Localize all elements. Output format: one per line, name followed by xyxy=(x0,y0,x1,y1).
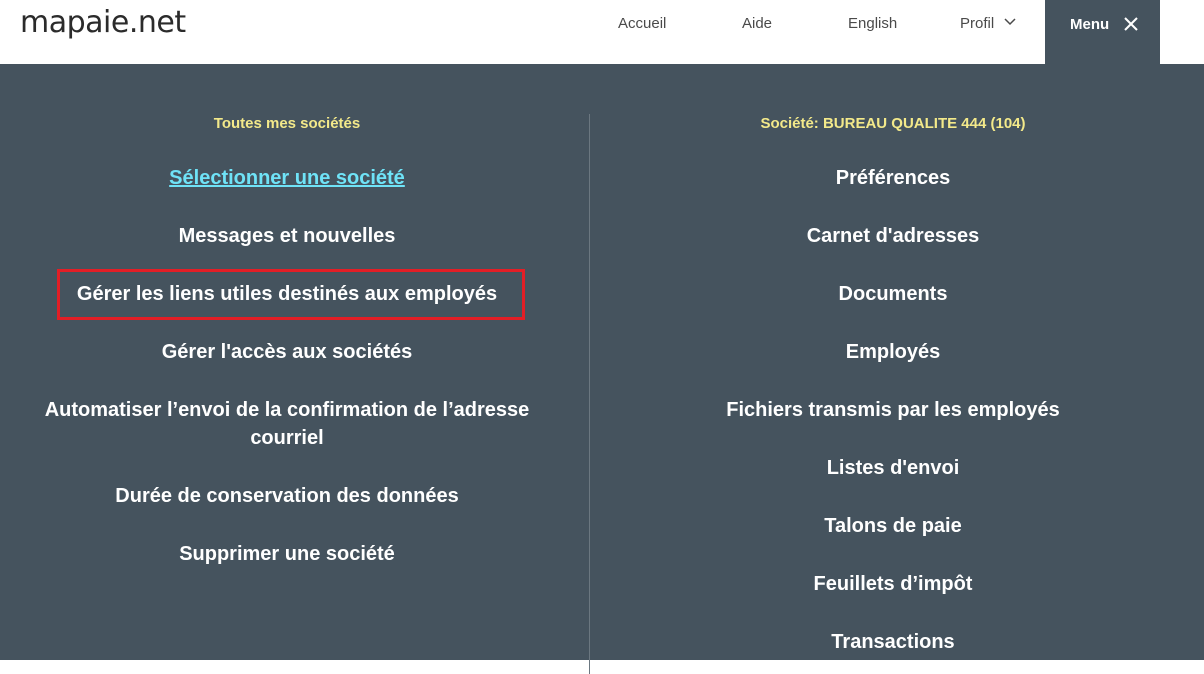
chevron-down-icon xyxy=(1004,18,1016,26)
nav-help-link[interactable]: Aide xyxy=(742,15,772,32)
tax-slips-link[interactable]: Feuillets d’impôt xyxy=(590,570,1196,598)
delete-company-link[interactable]: Supprimer une société xyxy=(0,540,574,568)
nav-profile-label: Profil xyxy=(960,15,995,32)
nav-home-link[interactable]: Accueil xyxy=(618,15,666,32)
automate-email-confirmation-link[interactable]: Automatiser l’envoi de la confirmation d… xyxy=(0,396,574,452)
data-retention-link[interactable]: Durée de conservation des données xyxy=(0,482,574,510)
company-title: Société: BUREAU QUALITE 444 (104) xyxy=(760,115,1026,132)
select-company-link[interactable]: Sélectionner une société xyxy=(0,164,574,192)
preferences-link[interactable]: Préférences xyxy=(590,164,1196,192)
transactions-link[interactable]: Transactions xyxy=(590,628,1196,656)
employees-link[interactable]: Employés xyxy=(590,338,1196,366)
nav-profile-dropdown[interactable]: Profil xyxy=(960,15,1016,32)
menu-toggle-button[interactable]: Menu xyxy=(1045,0,1160,64)
documents-link[interactable]: Documents xyxy=(590,280,1196,308)
all-companies-title: Toutes mes sociétés xyxy=(213,115,361,132)
logo[interactable]: mapaie.net xyxy=(20,5,186,40)
employee-files-link[interactable]: Fichiers transmis par les employés xyxy=(590,396,1196,424)
messages-news-link[interactable]: Messages et nouvelles xyxy=(0,222,574,250)
menu-label: Menu xyxy=(1070,16,1110,33)
manage-company-access-link[interactable]: Gérer l'accès aux sociétés xyxy=(0,338,574,366)
pay-stubs-link[interactable]: Talons de paie xyxy=(590,512,1196,540)
address-book-link[interactable]: Carnet d'adresses xyxy=(590,222,1196,250)
top-navigation-bar: mapaie.net Accueil Aide English Profil M… xyxy=(0,0,1204,64)
close-icon[interactable] xyxy=(1123,16,1139,32)
menu-panel: Toutes mes sociétés Sélectionner une soc… xyxy=(0,64,1204,674)
nav-language-link[interactable]: English xyxy=(848,15,897,32)
mailing-lists-link[interactable]: Listes d'envoi xyxy=(590,454,1196,482)
highlight-box xyxy=(57,269,525,320)
